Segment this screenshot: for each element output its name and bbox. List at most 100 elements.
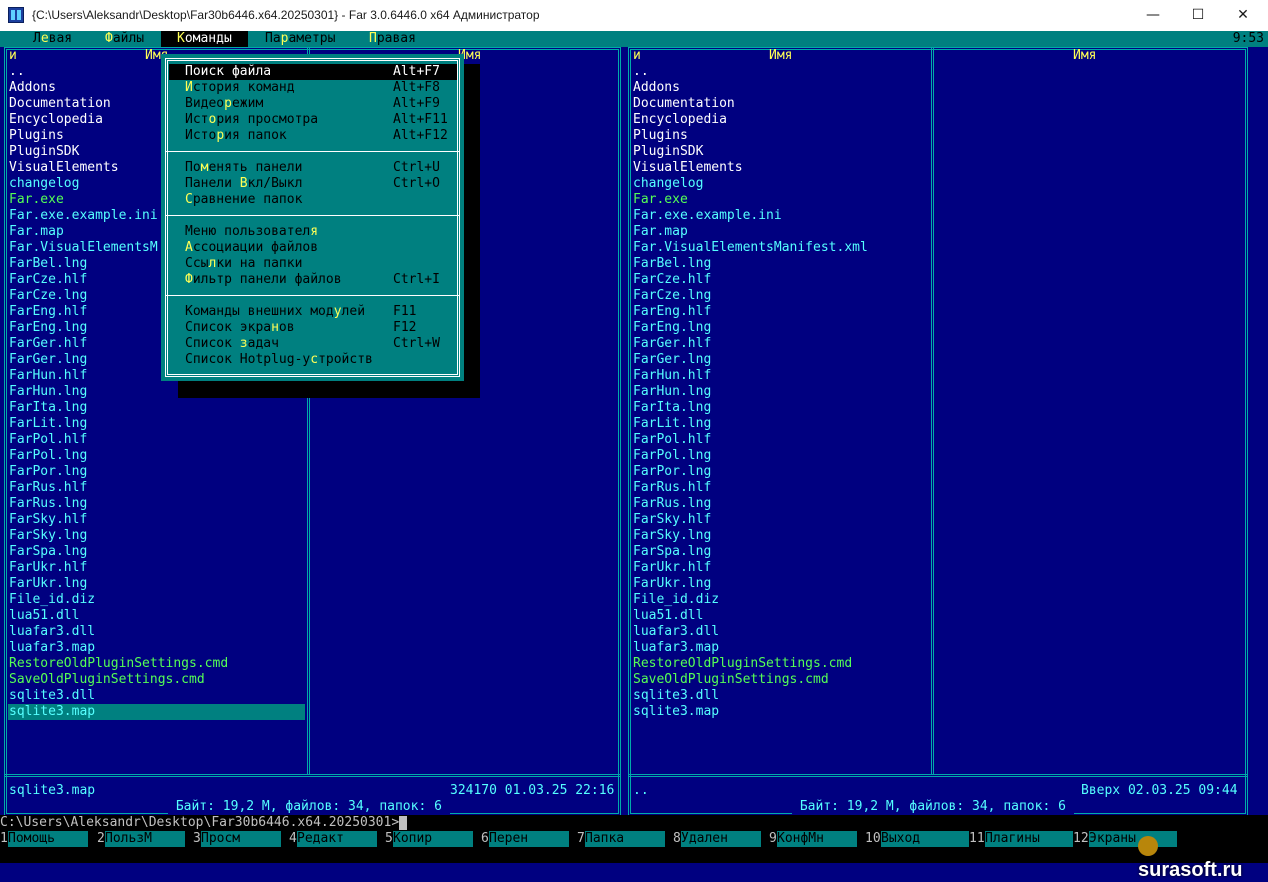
menu-item-сравнение-папок[interactable]: Сравнение папок <box>169 192 457 208</box>
file-item[interactable]: FarEng.hlf <box>633 304 711 320</box>
menu-item-список-экранов[interactable]: Список экранов F12 <box>169 320 457 336</box>
file-item[interactable]: FarUkr.lng <box>633 576 711 592</box>
file-item[interactable]: .. <box>9 64 25 80</box>
file-item[interactable]: luafar3.map <box>9 640 95 656</box>
file-item[interactable]: FarRus.hlf <box>633 480 711 496</box>
file-item[interactable]: Plugins <box>633 128 688 144</box>
file-item[interactable]: Documentation <box>9 96 111 112</box>
file-item[interactable]: FarPol.lng <box>633 448 711 464</box>
file-item[interactable]: FarBel.lng <box>9 256 87 272</box>
file-item[interactable]: FarLit.lng <box>633 416 711 432</box>
file-item[interactable]: Addons <box>633 80 680 96</box>
file-item[interactable]: Far.VisualElementsM <box>9 240 158 256</box>
file-item[interactable]: FarCze.lng <box>9 288 87 304</box>
file-item[interactable]: FarLit.lng <box>9 416 87 432</box>
far-app-icon[interactable] <box>8 7 24 23</box>
file-item[interactable]: FarUkr.hlf <box>633 560 711 576</box>
menu-item-история-просмотра[interactable]: История просмотра Alt+F11 <box>169 112 457 128</box>
file-item[interactable]: FarSky.hlf <box>9 512 87 528</box>
file-item[interactable]: luafar3.map <box>633 640 719 656</box>
file-item[interactable]: FarSky.lng <box>633 528 711 544</box>
file-item[interactable]: FarIta.lng <box>9 400 87 416</box>
menu-right[interactable]: Правая <box>369 31 416 47</box>
menu-item-поиск-файла[interactable]: Поиск файла Alt+F7 <box>169 64 457 80</box>
file-item[interactable]: Far.map <box>9 224 64 240</box>
menu-item-история-папок[interactable]: История папок Alt+F12 <box>169 128 457 144</box>
file-item[interactable]: PluginSDK <box>633 144 703 160</box>
file-item[interactable]: lua51.dll <box>633 608 703 624</box>
file-item[interactable]: .. <box>633 64 649 80</box>
file-item[interactable]: Addons <box>9 80 56 96</box>
file-item[interactable]: Far.map <box>633 224 688 240</box>
close-button[interactable]: ✕ <box>1220 0 1266 31</box>
file-item[interactable]: FarGer.hlf <box>9 336 87 352</box>
file-item[interactable]: FarHun.lng <box>9 384 87 400</box>
file-item[interactable]: FarPor.lng <box>633 464 711 480</box>
file-item[interactable]: PluginSDK <box>9 144 79 160</box>
commands-menu[interactable]: Поиск файла Alt+F7 История команд Alt+F8 Вид… <box>161 54 464 381</box>
file-item[interactable]: Far.exe <box>633 192 688 208</box>
menu-item-команды-внешних-модулей[interactable]: Команды внешних модулей F11 <box>169 304 457 320</box>
file-item[interactable]: FarHun.hlf <box>633 368 711 384</box>
file-item[interactable]: Far.exe <box>9 192 64 208</box>
file-item[interactable]: Encyclopedia <box>9 112 103 128</box>
menu-options[interactable]: Параметры <box>265 31 335 47</box>
file-item[interactable]: changelog <box>633 176 703 192</box>
file-item[interactable]: Documentation <box>633 96 735 112</box>
file-item[interactable]: FarGer.lng <box>633 352 711 368</box>
file-item[interactable]: FarEng.hlf <box>9 304 87 320</box>
file-item[interactable]: Far.VisualElementsManifest.xml <box>633 240 868 256</box>
file-item[interactable]: FarRus.hlf <box>9 480 87 496</box>
menu-item-меню-пользователя[interactable]: Меню пользователя <box>169 224 457 240</box>
menu-files[interactable]: Файлы <box>105 31 144 47</box>
minimize-button[interactable]: — <box>1130 0 1176 31</box>
file-item[interactable]: FarHun.hlf <box>9 368 87 384</box>
file-item[interactable]: RestoreOldPluginSettings.cmd <box>633 656 852 672</box>
file-item[interactable]: File_id.diz <box>9 592 95 608</box>
file-item[interactable]: FarUkr.hlf <box>9 560 87 576</box>
menu-left[interactable]: Левая <box>33 31 72 47</box>
file-item[interactable]: Far.exe.example.ini <box>9 208 158 224</box>
file-item[interactable]: SaveOldPluginSettings.cmd <box>9 672 205 688</box>
file-item[interactable]: sqlite3.dll <box>9 688 95 704</box>
file-item[interactable]: File_id.diz <box>633 592 719 608</box>
file-item[interactable]: sqlite3.map <box>633 704 719 720</box>
file-item[interactable]: FarSpa.lng <box>9 544 87 560</box>
command-line[interactable]: C:\Users\Aleksandr\Desktop\Far30b6446.x6… <box>0 815 1268 831</box>
menu-item-видеорежим[interactable]: Видеорежим Alt+F9 <box>169 96 457 112</box>
file-item[interactable]: FarPol.hlf <box>633 432 711 448</box>
file-item[interactable]: FarCze.lng <box>633 288 711 304</box>
file-item[interactable]: FarHun.lng <box>633 384 711 400</box>
file-item[interactable]: VisualElements <box>9 160 119 176</box>
menu-item-ассоциации-файлов[interactable]: Ассоциации файлов <box>169 240 457 256</box>
file-item[interactable]: FarRus.lng <box>633 496 711 512</box>
file-item[interactable]: sqlite3.map <box>9 704 95 720</box>
file-item[interactable]: FarRus.lng <box>9 496 87 512</box>
file-item[interactable]: luafar3.dll <box>9 624 95 640</box>
file-item[interactable]: sqlite3.dll <box>633 688 719 704</box>
menu-item-поменять-панели[interactable]: Поменять панели Ctrl+U <box>169 160 457 176</box>
menu-item-список-задач[interactable]: Список задач Ctrl+W <box>169 336 457 352</box>
file-item[interactable]: FarEng.lng <box>9 320 87 336</box>
file-item[interactable]: FarBel.lng <box>633 256 711 272</box>
file-item[interactable]: FarGer.hlf <box>633 336 711 352</box>
file-item[interactable]: FarPol.lng <box>9 448 87 464</box>
file-item[interactable]: Encyclopedia <box>633 112 727 128</box>
menu-item-ссылки-на-папки[interactable]: Ссылки на папки <box>169 256 457 272</box>
file-item[interactable]: FarCze.hlf <box>9 272 87 288</box>
menu-commands[interactable]: Команды <box>161 31 248 47</box>
file-item[interactable]: FarUkr.lng <box>9 576 87 592</box>
file-item[interactable]: FarSky.lng <box>9 528 87 544</box>
menu-item-фильтр-панели-файлов[interactable]: Фильтр панели файлов Ctrl+I <box>169 272 457 288</box>
file-item[interactable]: Far.exe.example.ini <box>633 208 782 224</box>
file-item[interactable]: changelog <box>9 176 79 192</box>
menu-item-история-команд[interactable]: История команд Alt+F8 <box>169 80 457 96</box>
file-item[interactable]: VisualElements <box>633 160 743 176</box>
maximize-button[interactable]: ☐ <box>1175 0 1221 31</box>
file-item[interactable]: Plugins <box>9 128 64 144</box>
file-item[interactable]: FarSky.hlf <box>633 512 711 528</box>
file-item[interactable]: FarIta.lng <box>633 400 711 416</box>
file-item[interactable]: SaveOldPluginSettings.cmd <box>633 672 829 688</box>
file-item[interactable]: FarEng.lng <box>633 320 711 336</box>
file-item[interactable]: FarCze.hlf <box>633 272 711 288</box>
